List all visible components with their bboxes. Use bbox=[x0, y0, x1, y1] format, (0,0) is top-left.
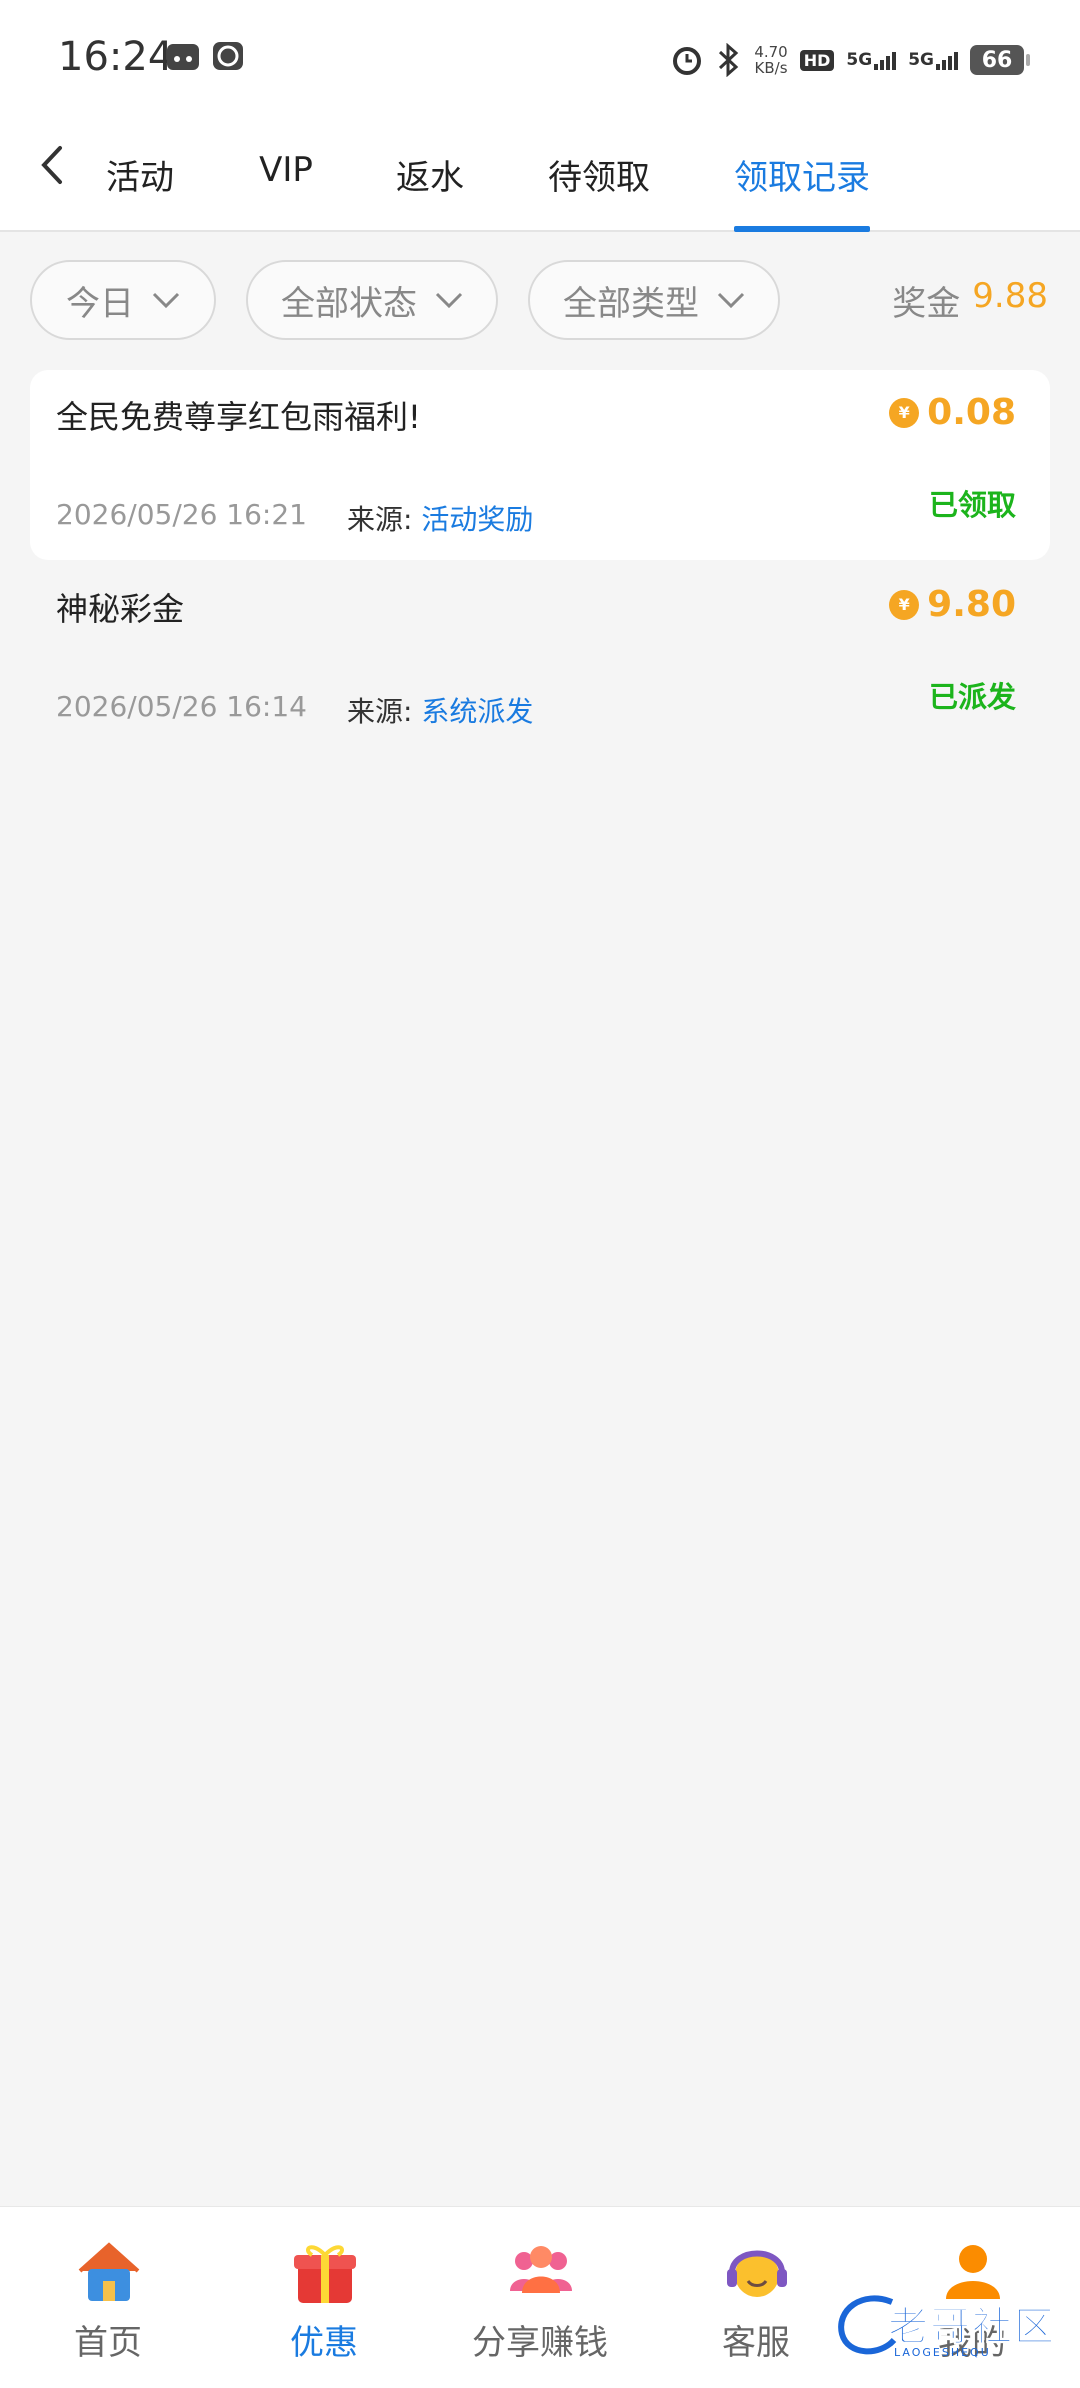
nav-promotions[interactable]: 优惠 bbox=[216, 2207, 432, 2388]
nav-promotions-label: 优惠 bbox=[290, 2323, 358, 2363]
chevron-down-icon bbox=[152, 292, 180, 309]
status-bar: 16:24 4.70 KB/s HD 5G 5G 66 bbox=[0, 0, 1080, 120]
nav-share-earn[interactable]: 分享赚钱 bbox=[432, 2207, 648, 2388]
coin-icon: ¥ bbox=[889, 397, 920, 428]
hd-badge: HD bbox=[799, 49, 835, 71]
type-filter[interactable]: 全部类型 bbox=[528, 260, 780, 340]
record-title: 全民免费尊享红包雨福利! bbox=[56, 398, 421, 436]
signal-1: 5G bbox=[846, 50, 897, 70]
type-filter-label: 全部类型 bbox=[563, 283, 699, 324]
tab-claim-history[interactable]: 领取记录 bbox=[734, 150, 870, 232]
record-status: 已领取 bbox=[928, 488, 1016, 522]
signal-bars-icon bbox=[874, 50, 897, 70]
record-time: 2026/05/26 16:14 bbox=[56, 690, 307, 723]
net2-label: 5G bbox=[908, 50, 934, 70]
speed-value: 4.70 bbox=[754, 43, 788, 61]
gift-icon bbox=[294, 2245, 356, 2303]
nav-share-earn-label: 分享赚钱 bbox=[472, 2323, 608, 2363]
status-filter[interactable]: 全部状态 bbox=[246, 260, 498, 340]
net1-label: 5G bbox=[846, 50, 873, 70]
record-item[interactable]: 全民免费尊享红包雨福利! ¥ 0.08 已领取 2026/05/26 16:21… bbox=[30, 370, 1050, 560]
coin-icon: ¥ bbox=[889, 589, 920, 620]
record-time: 2026/05/26 16:21 bbox=[56, 498, 307, 531]
record-source-value: 活动奖励 bbox=[421, 503, 534, 536]
status-right: 4.70 KB/s HD 5G 5G 66 bbox=[670, 38, 1030, 82]
watermark: 老哥社区 LAOGESHEQU bbox=[832, 2290, 1062, 2372]
top-tab-bar: 活动 VIP 返水 待领取 领取记录 bbox=[0, 120, 1080, 232]
bonus-total: 奖金 9.88 bbox=[892, 276, 1048, 325]
record-source-label: 来源: bbox=[346, 503, 413, 536]
record-amount-value: 0.08 bbox=[927, 392, 1016, 433]
people-icon bbox=[510, 2246, 572, 2293]
status-time: 16:24 bbox=[58, 34, 174, 80]
watermark-text: 老哥社区 bbox=[888, 2304, 1056, 2351]
record-item[interactable]: 神秘彩金 ¥ 9.80 已派发 2026/05/26 16:14 来源: 系统派… bbox=[30, 562, 1050, 752]
record-source-value: 系统派发 bbox=[421, 695, 534, 728]
tab-rebate[interactable]: 返水 bbox=[396, 150, 464, 232]
record-title: 神秘彩金 bbox=[56, 590, 185, 628]
bonus-value: 9.88 bbox=[972, 276, 1048, 316]
hd-label: HD bbox=[799, 49, 835, 71]
back-icon[interactable] bbox=[30, 140, 76, 190]
signal-bars-icon bbox=[936, 50, 958, 70]
signal-2: 5G bbox=[908, 50, 958, 70]
record-amount-value: 9.80 bbox=[927, 584, 1016, 625]
game-controller-icon bbox=[167, 44, 199, 70]
bonus-label: 奖金 bbox=[892, 284, 961, 324]
date-filter-label: 今日 bbox=[66, 283, 134, 324]
nav-home-label: 首页 bbox=[74, 2323, 142, 2363]
tab-vip[interactable]: VIP bbox=[258, 150, 314, 232]
chevron-down-icon bbox=[435, 292, 463, 309]
speed-unit: KB/s bbox=[754, 59, 788, 77]
tab-activity[interactable]: 活动 bbox=[106, 150, 174, 232]
status-filter-label: 全部状态 bbox=[281, 283, 417, 324]
network-speed: 4.70 KB/s bbox=[754, 44, 787, 76]
battery-indicator: 66 bbox=[970, 45, 1030, 75]
home-icon bbox=[78, 2242, 140, 2301]
alarm-icon bbox=[673, 47, 702, 75]
tab-pending[interactable]: 待领取 bbox=[548, 150, 650, 232]
record-source-label: 来源: bbox=[346, 695, 413, 728]
record-meta: 2026/05/26 16:14 来源: 系统派发 bbox=[56, 690, 533, 730]
date-filter[interactable]: 今日 bbox=[30, 260, 216, 340]
record-amount: ¥ 9.80 bbox=[889, 584, 1016, 625]
hand-icon bbox=[213, 42, 243, 70]
watermark-sub: LAOGESHEQU bbox=[894, 2346, 991, 2359]
nav-home[interactable]: 首页 bbox=[0, 2207, 216, 2388]
bluetooth-icon bbox=[719, 43, 739, 77]
headset-icon bbox=[727, 2250, 787, 2297]
record-source: 来源: 活动奖励 bbox=[347, 498, 533, 538]
record-status: 已派发 bbox=[928, 680, 1016, 714]
record-amount: ¥ 0.08 bbox=[889, 392, 1016, 433]
chevron-down-icon bbox=[717, 292, 745, 309]
record-meta: 2026/05/26 16:21 来源: 活动奖励 bbox=[56, 498, 533, 538]
record-source: 来源: 系统派发 bbox=[347, 690, 533, 730]
